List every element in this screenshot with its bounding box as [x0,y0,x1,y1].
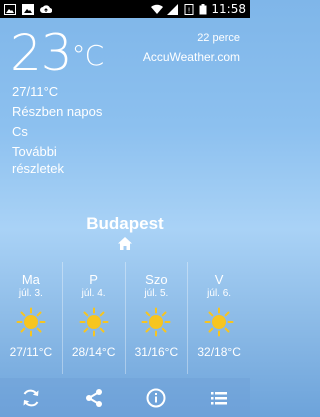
forecast-strip: Ma júl. 3. 27/11°C P júl. 4. 28/14°C Szo… [0,262,250,374]
sun-icon [79,307,109,337]
forecast-day-name: Ma [21,272,40,287]
forecast-temperature: 31/16°C [134,345,179,359]
forecast-day-name: P [89,272,98,287]
svg-text:!: ! [188,6,191,14]
day-abbreviation: Cs [12,124,28,139]
temp-unit: °C [71,39,105,72]
cloud-upload-icon [40,4,52,13]
updated-time: 22 perce [197,32,240,44]
forecast-temperature: 27/11°C [9,345,53,359]
clock: 11:58 [211,2,246,16]
forecast-day-name: V [214,272,224,287]
list-button[interactable] [208,387,230,409]
current-temp-value: 23 [10,24,73,82]
signal-icon [167,3,179,15]
forecast-date: júl. 3. [18,288,43,299]
gallery-icon [4,3,16,15]
sun-icon [16,307,46,337]
sun-icon [204,307,234,337]
info-button[interactable] [145,387,167,409]
refresh-button[interactable] [20,387,42,409]
forecast-day[interactable]: Ma júl. 3. 27/11°C [0,262,62,374]
battery-icon [199,3,207,14]
city-name[interactable]: Budapest [0,214,250,234]
share-icon [85,388,102,407]
sun-icon [141,307,171,337]
info-icon [146,388,166,407]
list-icon [210,391,227,404]
forecast-date: júl. 5. [144,288,169,299]
sim-icon: ! [184,3,194,15]
status-bar: ! 11:58 [0,0,250,18]
home-icon[interactable] [118,237,132,250]
bottom-toolbar [0,378,250,417]
forecast-day[interactable]: P júl. 4. 28/14°C [61,262,125,374]
weather-condition: Részben napos [12,104,103,119]
forecast-day[interactable]: Szo júl. 5. 31/16°C [124,262,188,374]
hi-lo-temperature: 27/11°C [12,84,59,99]
image-icon [22,3,34,15]
forecast-date: júl. 6. [207,288,232,299]
forecast-temperature: 32/18°C [197,345,241,359]
more-details-link[interactable]: További részletek [12,143,112,177]
forecast-day-name: Szo [145,272,168,287]
forecast-date: júl. 4. [81,288,106,299]
share-button[interactable] [83,387,105,409]
refresh-icon [23,389,39,406]
provider-link[interactable]: AccuWeather.com [143,50,240,64]
forecast-day[interactable]: V júl. 6. 32/18°C [187,262,250,374]
forecast-temperature: 28/14°C [71,345,116,359]
current-temperature: 23°C [10,24,105,82]
wifi-icon [151,4,164,14]
